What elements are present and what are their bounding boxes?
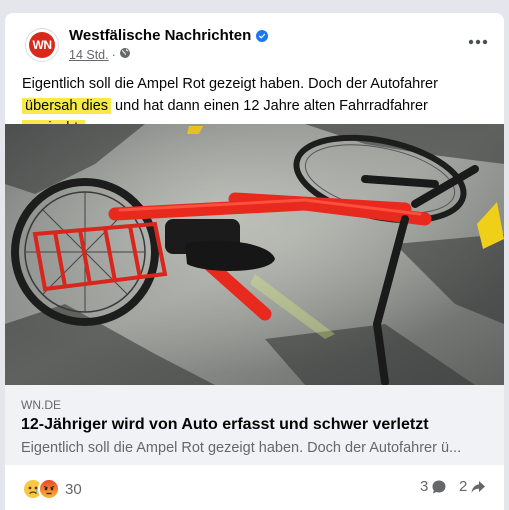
post-photo[interactable]: [5, 124, 504, 385]
reactions-summary[interactable]: 30: [22, 478, 82, 500]
post-text-part-3: und hat dann einen 12 Jahre alten Fahrra…: [111, 98, 428, 114]
more-options-icon: [468, 39, 488, 45]
share-icon: [471, 480, 486, 493]
post-footer: 30 3 2: [5, 465, 504, 510]
logo-text: WN: [32, 38, 53, 52]
bicycle-photo-image: [5, 124, 504, 385]
angry-reaction-icon: [38, 478, 60, 500]
post-card: WN Westfälische Nachrichten 14 Std. · Ei…: [5, 13, 504, 510]
link-domain: WN.DE: [21, 398, 61, 412]
page-avatar[interactable]: WN: [25, 28, 59, 62]
link-description: Eigentlich soll die Ampel Rot gezeigt ha…: [21, 440, 462, 456]
shares-count-button[interactable]: 2: [459, 478, 486, 495]
comment-icon: [432, 480, 446, 493]
link-title[interactable]: 12-Jähriger wird von Auto erfasst und sc…: [21, 416, 429, 434]
link-preview[interactable]: WN.DE 12-Jähriger wird von Auto erfasst …: [5, 385, 504, 465]
share-count: 2: [459, 478, 468, 495]
globe-icon: [119, 47, 131, 62]
page-name-row: Westfälische Nachrichten: [69, 27, 269, 44]
post-text-part-1: Eigentlich soll die Ampel Rot gezeigt ha…: [22, 76, 438, 92]
page-name[interactable]: Westfälische Nachrichten: [69, 27, 251, 44]
post-text-highlight-1: übersah dies: [22, 98, 112, 114]
comments-count-button[interactable]: 3: [420, 478, 447, 495]
verified-badge-icon: [256, 29, 269, 42]
post-meta: 14 Std. ·: [69, 47, 131, 62]
wn-logo-icon: WN: [29, 32, 55, 58]
comment-count: 3: [420, 478, 429, 495]
meta-separator: ·: [111, 47, 116, 62]
post-header: WN Westfälische Nachrichten 14 Std. ·: [5, 13, 504, 73]
reaction-count: 30: [65, 480, 82, 498]
more-options-button[interactable]: [464, 31, 492, 53]
post-timestamp[interactable]: 14 Std.: [69, 48, 109, 62]
